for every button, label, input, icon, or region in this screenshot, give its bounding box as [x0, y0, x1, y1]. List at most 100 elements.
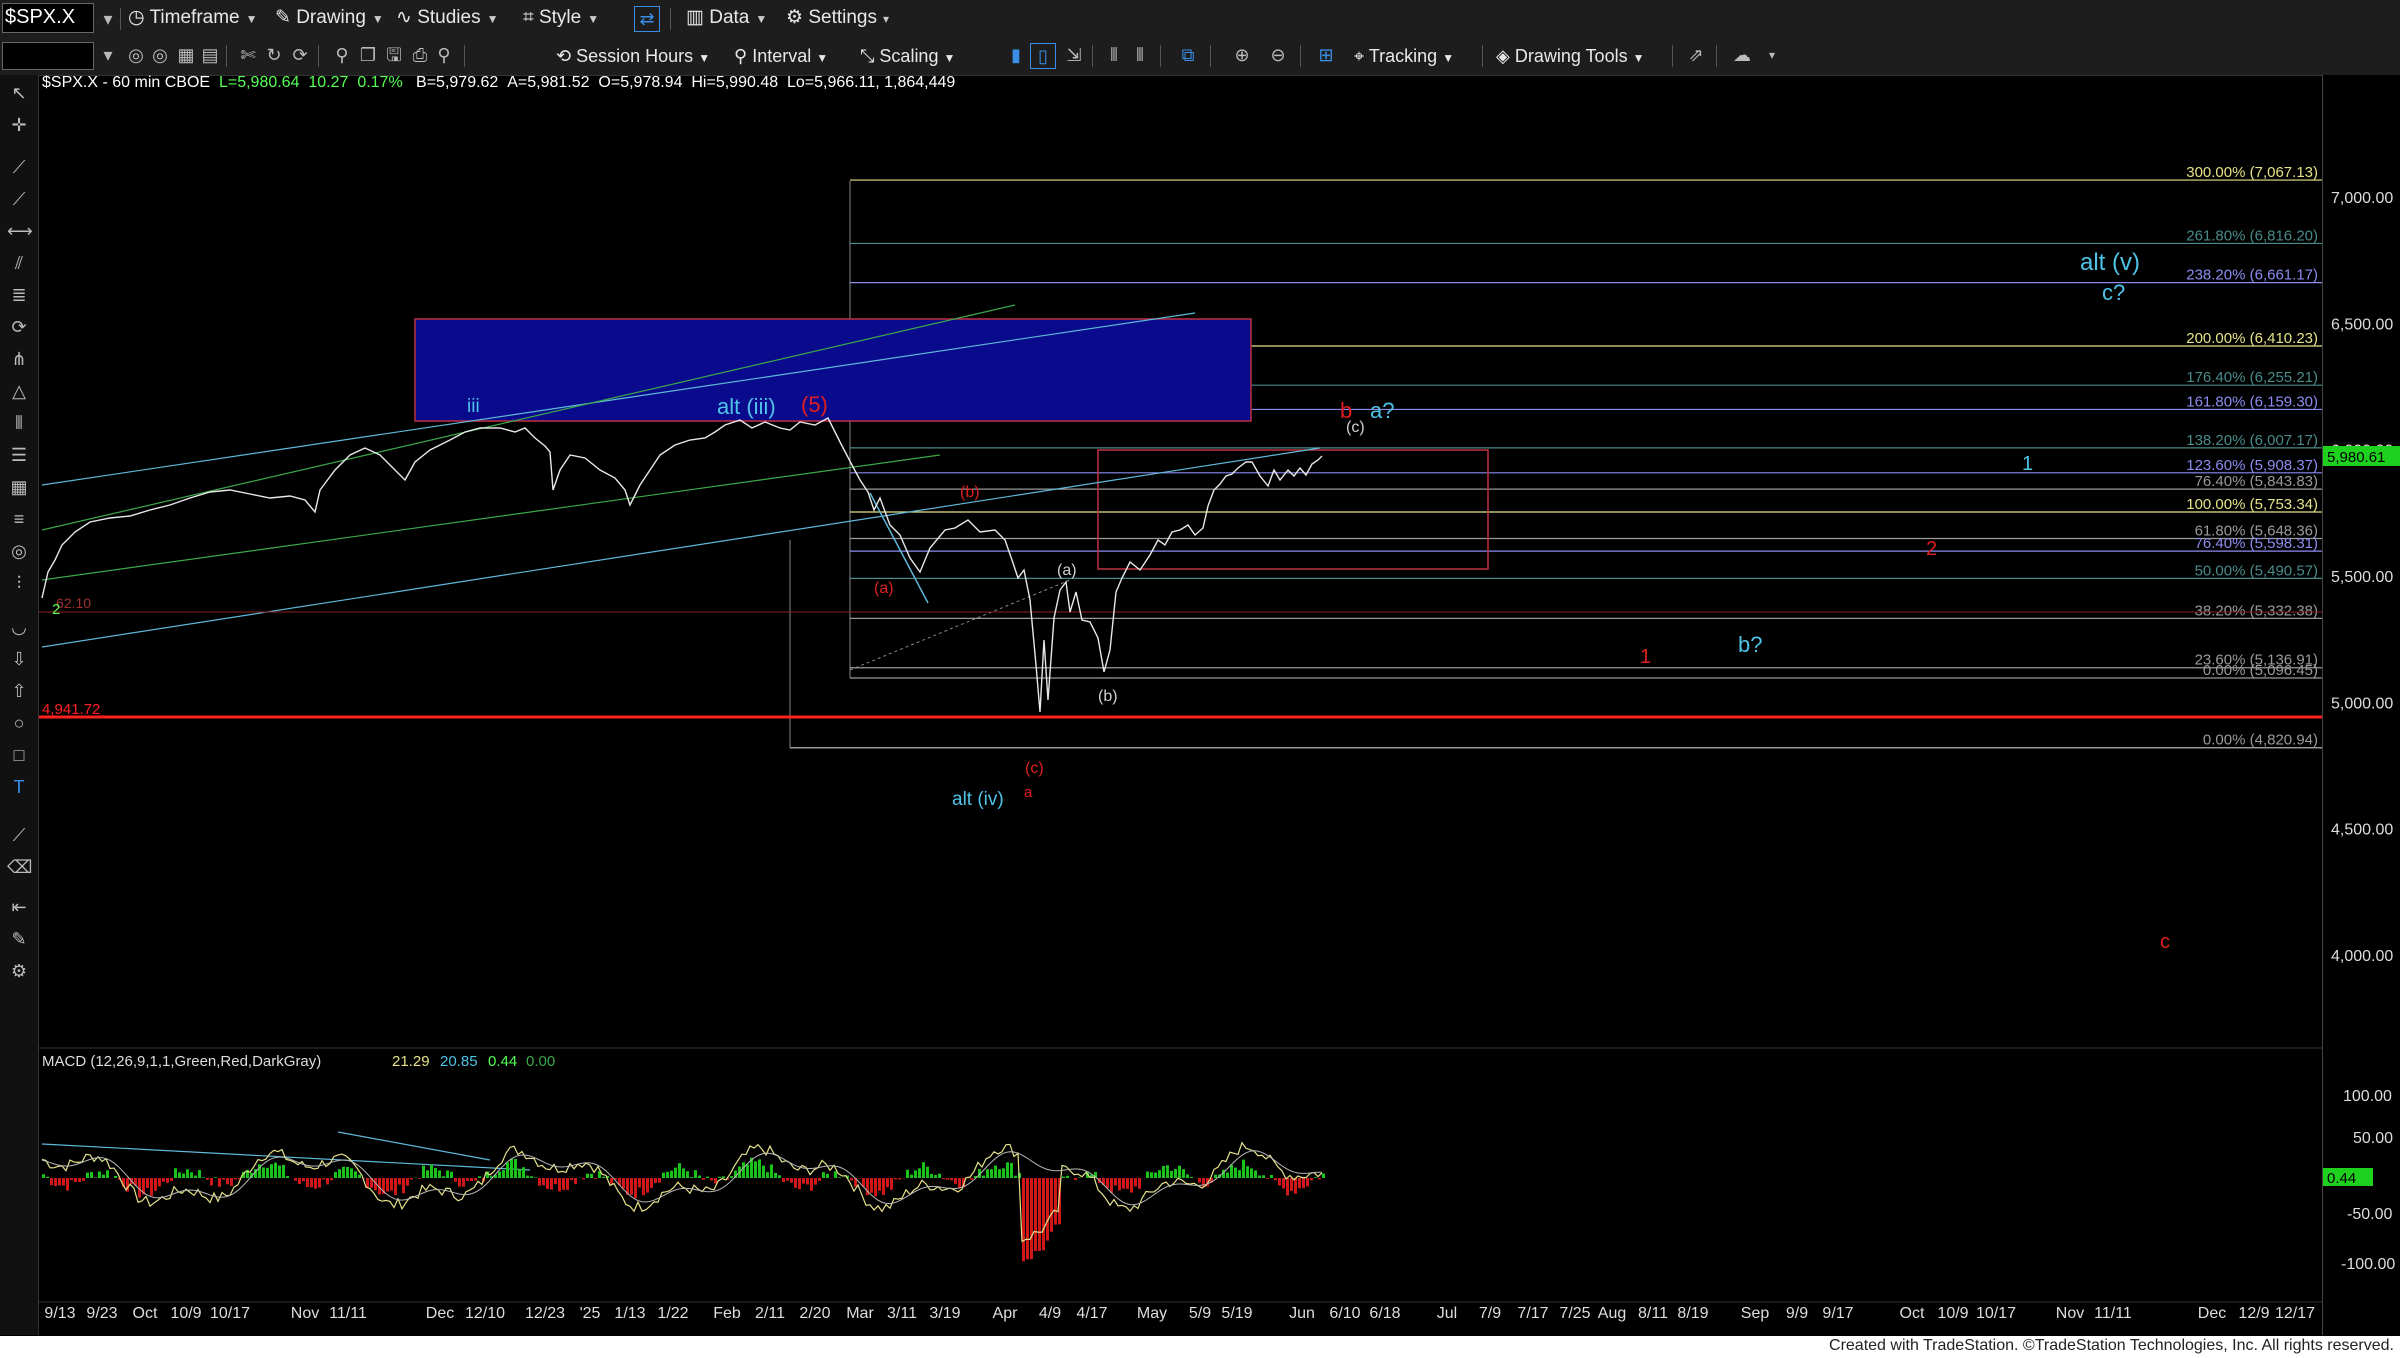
- macd-histogram-bar: [958, 1178, 961, 1189]
- macd-histogram-bar: [190, 1172, 193, 1178]
- macd-histogram-bar: [694, 1170, 697, 1178]
- macd-histogram-bar: [1266, 1178, 1269, 1179]
- time-axis-tick: 2/20: [799, 1305, 830, 1322]
- time-axis-tick: Jul: [1437, 1305, 1457, 1322]
- wave-label: (5): [801, 392, 828, 417]
- time-axis-tick: 1/13: [614, 1305, 645, 1322]
- macd-histogram-bar: [502, 1170, 505, 1178]
- time-axis-tick: May: [1137, 1305, 1167, 1322]
- macd-histogram-bar: [838, 1177, 841, 1178]
- macd-histogram-bar: [930, 1173, 933, 1178]
- macd-histogram-bar: [330, 1178, 333, 1181]
- macd-histogram-bar: [1150, 1172, 1153, 1178]
- time-axis-tick: 9/9: [1786, 1305, 1808, 1322]
- time-axis-tick: 8/11: [1638, 1305, 1668, 1322]
- fib-level-label: 161.80% (6,159.30): [2186, 393, 2318, 410]
- price-axis[interactable]: 7,000.006,500.006,000.005,500.005,000.00…: [2322, 75, 2400, 1335]
- macd-histogram-bar: [1122, 1178, 1125, 1189]
- macd-histogram-bar: [70, 1178, 73, 1181]
- time-axis-tick: 9/13: [44, 1305, 75, 1322]
- macd-histogram-bar: [610, 1178, 613, 1184]
- macd-histogram-bar: [1106, 1178, 1109, 1189]
- macd-histogram-bar: [806, 1178, 809, 1185]
- macd-histogram-bar: [1298, 1178, 1301, 1189]
- macd-histogram-bar: [54, 1178, 57, 1187]
- macd-histogram-bar: [210, 1178, 213, 1186]
- macd-histogram-bar: [306, 1178, 309, 1187]
- fib-level-label: 138.20% (6,007.17): [2186, 432, 2318, 449]
- macd-histogram-bar: [670, 1170, 673, 1178]
- macd-histogram-bar: [98, 1171, 101, 1178]
- macd-histogram-bar: [1246, 1166, 1249, 1178]
- macd-histogram-bar: [406, 1178, 409, 1186]
- macd-histogram-bar: [222, 1178, 225, 1180]
- macd-histogram-bar: [82, 1178, 85, 1181]
- macd-histogram-bar: [766, 1172, 769, 1178]
- macd-histogram-bar: [662, 1172, 665, 1178]
- macd-histogram-bar: [434, 1168, 437, 1178]
- macd-histogram-bar: [1254, 1170, 1257, 1178]
- macd-histogram-bar: [298, 1178, 301, 1185]
- macd-histogram-bar: [42, 1174, 45, 1178]
- macd-histogram-bar: [426, 1170, 429, 1178]
- macd-histogram-bar: [398, 1178, 401, 1185]
- macd-histogram-bar: [558, 1178, 561, 1192]
- macd-histogram-bar: [214, 1177, 217, 1178]
- macd-histogram-bar: [1278, 1178, 1281, 1186]
- macd-histogram-bar: [1074, 1178, 1077, 1181]
- macd-axis-tick: 50.00: [2353, 1130, 2393, 1147]
- macd-histogram-bar: [90, 1171, 93, 1178]
- time-axis-tick: 4/17: [1076, 1305, 1107, 1322]
- macd-histogram-bar: [994, 1165, 997, 1178]
- macd-histogram-bar: [386, 1178, 389, 1192]
- macd-histogram-bar: [718, 1176, 721, 1178]
- macd-histogram-bar: [334, 1172, 337, 1178]
- time-axis-tick: 12/9: [2238, 1305, 2269, 1322]
- price-axis-tick: 5,500.00: [2331, 569, 2393, 586]
- macd-histogram-bar: [674, 1167, 677, 1178]
- macd-histogram-bar: [1134, 1178, 1137, 1187]
- macd-histogram-bar: [422, 1165, 425, 1178]
- macd-histogram-bar: [206, 1178, 209, 1180]
- macd-histogram-bar: [878, 1178, 881, 1191]
- macd-histogram-bar: [1046, 1178, 1049, 1241]
- price-axis-tick: 5,000.00: [2331, 695, 2393, 712]
- macd-histogram-bar: [922, 1162, 925, 1178]
- macd-histogram-bar: [546, 1178, 549, 1189]
- macd-histogram-bar: [534, 1177, 537, 1178]
- macd-histogram-bar: [886, 1178, 889, 1188]
- macd-current-label: 0.44: [2327, 1170, 2356, 1187]
- macd-histogram-bar: [454, 1178, 457, 1182]
- time-axis-tick: Dec: [426, 1305, 454, 1322]
- macd-histogram-bar: [1318, 1178, 1321, 1180]
- macd-histogram-bar: [286, 1175, 289, 1178]
- fib-level-label: 0.00% (4,820.94): [2203, 732, 2318, 749]
- macd-histogram-bar: [1066, 1175, 1069, 1178]
- fib-level-label: 123.60% (5,908.37): [2186, 457, 2318, 474]
- macd-histogram-bar: [706, 1176, 709, 1178]
- macd-histogram-bar: [218, 1178, 221, 1187]
- macd-histogram-bar: [1146, 1171, 1149, 1178]
- fib-level-label: 38.20% (5,332.38): [2195, 602, 2318, 619]
- macd-histogram-bar: [270, 1164, 273, 1178]
- macd-histogram-bar: [1182, 1169, 1185, 1178]
- macd-histogram-bar: [158, 1178, 161, 1187]
- macd-histogram-bar: [682, 1168, 685, 1178]
- macd-histogram-bar: [1078, 1177, 1081, 1178]
- macd-histogram-bar: [106, 1170, 109, 1178]
- fib-level-label: 300.00% (7,067.13): [2186, 164, 2318, 181]
- macd-histogram-bar: [998, 1169, 1001, 1178]
- macd-histogram-bar: [814, 1178, 817, 1185]
- macd-histogram-bar: [898, 1178, 901, 1180]
- macd-histogram-bar: [538, 1178, 541, 1186]
- time-axis[interactable]: 9/13 9/23 Oct 10/9 10/17 Nov 11/11 Dec 12/10 12/2…: [0, 1302, 2322, 1336]
- price-chart[interactable]: 300.00% (7,067.13)261.80% (6,816.20)238.…: [0, 0, 2400, 1358]
- macd-histogram-bar: [686, 1171, 689, 1178]
- macd-histogram-bar: [1010, 1162, 1013, 1178]
- macd-histogram-bar: [710, 1178, 713, 1181]
- time-axis-tick: 3/19: [929, 1305, 960, 1322]
- macd-histogram-bar: [678, 1163, 681, 1178]
- wave-label: a?: [1370, 398, 1394, 423]
- wave-label: (c): [1025, 760, 1044, 777]
- macd-histogram-bar: [1162, 1165, 1165, 1178]
